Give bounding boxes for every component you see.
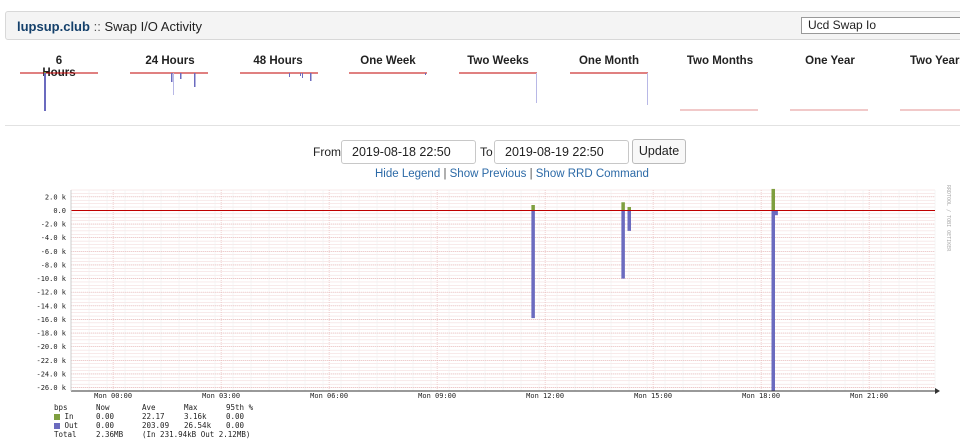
chart-grid (70, 189, 936, 392)
page-title: Swap I/O Activity (104, 19, 202, 34)
top-bar: lupsup.club :: Swap I/O Activity Ucd Swa… (5, 11, 960, 40)
tab-24-hours[interactable]: 24 Hours (140, 55, 200, 67)
y-tick-label: -10.0 k (36, 275, 66, 283)
y-tick-label: -4.0 k (41, 234, 67, 242)
to-label: To (480, 145, 493, 159)
chart-bars (531, 188, 778, 392)
thumbnail-one-year[interactable] (788, 72, 870, 112)
bar-out (771, 210, 775, 392)
legend-header-bps: bps (54, 403, 68, 412)
y-tick-label: -22.0 k (36, 357, 66, 365)
y-tick-label: -18.0 k (36, 330, 66, 338)
x-tick-label: Mon 15:00 (634, 392, 672, 400)
x-axis-arrow-icon (935, 388, 940, 394)
show-rrd-command-link[interactable]: Show RRD Command (536, 168, 649, 180)
legend-in-now: 0.00 (96, 412, 115, 421)
title-separator: :: (93, 19, 101, 34)
legend-header-now: Now (96, 403, 110, 412)
to-date-input[interactable]: 2019-08-19 22:50 (494, 140, 629, 164)
y-tick-label: -2.0 k (41, 221, 67, 229)
x-tick-label: Mon 12:00 (526, 392, 564, 400)
legend-out-ave: 203.09 (142, 421, 170, 430)
legend-in-ave: 22.17 (142, 412, 165, 421)
legend-total-value: 2.36MB (96, 430, 124, 439)
y-tick-label: 0.0 (53, 207, 66, 215)
y-tick-label: -8.0 k (41, 261, 67, 269)
tab-two-months[interactable]: Two Months (684, 55, 756, 67)
from-date-input[interactable]: 2019-08-18 22:50 (341, 140, 476, 164)
y-tick-label: -16.0 k (36, 316, 66, 324)
legend-in-p95: 0.00 (226, 412, 245, 421)
x-tick-label: Mon 09:00 (418, 392, 456, 400)
legend-out-p95: 0.00 (226, 421, 245, 430)
y-tick-label: -6.0 k (41, 248, 67, 256)
bar-out (621, 210, 625, 279)
bar-in (627, 207, 631, 211)
legend-header-ave: Ave (142, 403, 156, 412)
thumbnail-one-month[interactable] (568, 72, 650, 112)
thumbnail-6-hours[interactable] (18, 72, 100, 112)
x-tick-label: Mon 06:00 (310, 392, 348, 400)
y-tick-label: 2.0 k (45, 193, 67, 201)
out-swatch-icon (54, 423, 60, 429)
y-tick-label: -12.0 k (36, 289, 66, 297)
x-tick-label: Mon 21:00 (850, 392, 888, 400)
x-axis-labels: Mon 00:00 Mon 03:00 Mon 06:00 Mon 09:00 Mon … (94, 392, 888, 400)
bar-in (621, 202, 625, 211)
bar-in (531, 204, 535, 211)
legend-in-max: 3.16k (184, 412, 207, 421)
thumbnail-two-weeks[interactable] (457, 72, 539, 112)
x-tick-label: Mon 18:00 (742, 392, 780, 400)
tab-two-weeks[interactable]: Two Weeks (464, 55, 532, 67)
legend-total-detail: (In 231.94kB Out 2.12MB) (142, 430, 251, 439)
tab-one-month[interactable]: One Month (575, 55, 643, 67)
bar-in (771, 188, 775, 211)
tab-48-hours[interactable]: 48 Hours (248, 55, 308, 67)
from-label: From (313, 145, 341, 159)
legend-out-max: 26.54k (184, 421, 212, 430)
legend-out-now: 0.00 (96, 421, 115, 430)
bar-out (531, 210, 535, 319)
legend-header-max: Max (184, 403, 198, 412)
graph-links: Hide Legend | Show Previous | Show RRD C… (375, 168, 649, 180)
thumbnail-one-week[interactable] (347, 72, 429, 112)
tab-two-years[interactable]: Two Years (910, 55, 960, 67)
divider (5, 125, 960, 126)
graph-selector[interactable]: Ucd Swap Io (801, 17, 960, 34)
y-tick-label: -14.0 k (36, 302, 66, 310)
tab-one-year[interactable]: One Year (802, 55, 858, 67)
hide-legend-link[interactable]: Hide Legend (375, 168, 440, 180)
y-tick-label: -24.0 k (36, 370, 66, 378)
y-tick-label: -20.0 k (36, 343, 66, 351)
show-previous-link[interactable]: Show Previous (450, 168, 527, 180)
legend-header-95th: 95th % (226, 403, 254, 412)
legend-total-label: Total (54, 430, 77, 439)
swap-io-chart[interactable]: 2.0 k 0.0 -2.0 k -4.0 k -6.0 k -8.0 k -10.0 k -… (0, 185, 960, 403)
thumbnail-24-hours[interactable] (128, 72, 210, 112)
bar-out (627, 210, 631, 231)
thumbnail-two-months[interactable] (678, 72, 760, 112)
update-button[interactable]: Update (632, 139, 686, 164)
y-tick-label: -26.0 k (36, 384, 66, 392)
link-divider: | (529, 168, 533, 180)
legend-out-label: Out (64, 421, 79, 430)
bar-out (774, 210, 778, 216)
site-name[interactable]: lupsup.club (17, 19, 90, 34)
link-divider: | (443, 168, 447, 180)
in-swatch-icon (54, 414, 60, 420)
tab-one-week[interactable]: One Week (356, 55, 420, 67)
x-tick-label: Mon 00:00 (94, 392, 132, 400)
thumbnail-two-years[interactable] (898, 72, 960, 112)
thumbnail-48-hours[interactable] (238, 72, 320, 112)
x-tick-label: Mon 03:00 (202, 392, 240, 400)
site-title: lupsup.club :: Swap I/O Activity (17, 19, 202, 34)
legend-in-label: In (64, 412, 74, 421)
y-axis-labels: 2.0 k 0.0 -2.0 k -4.0 k -6.0 k -8.0 k -10.0 k -… (36, 193, 66, 392)
rrdtool-watermark: RRDTOOL / TOBI OETIKER (945, 185, 951, 252)
